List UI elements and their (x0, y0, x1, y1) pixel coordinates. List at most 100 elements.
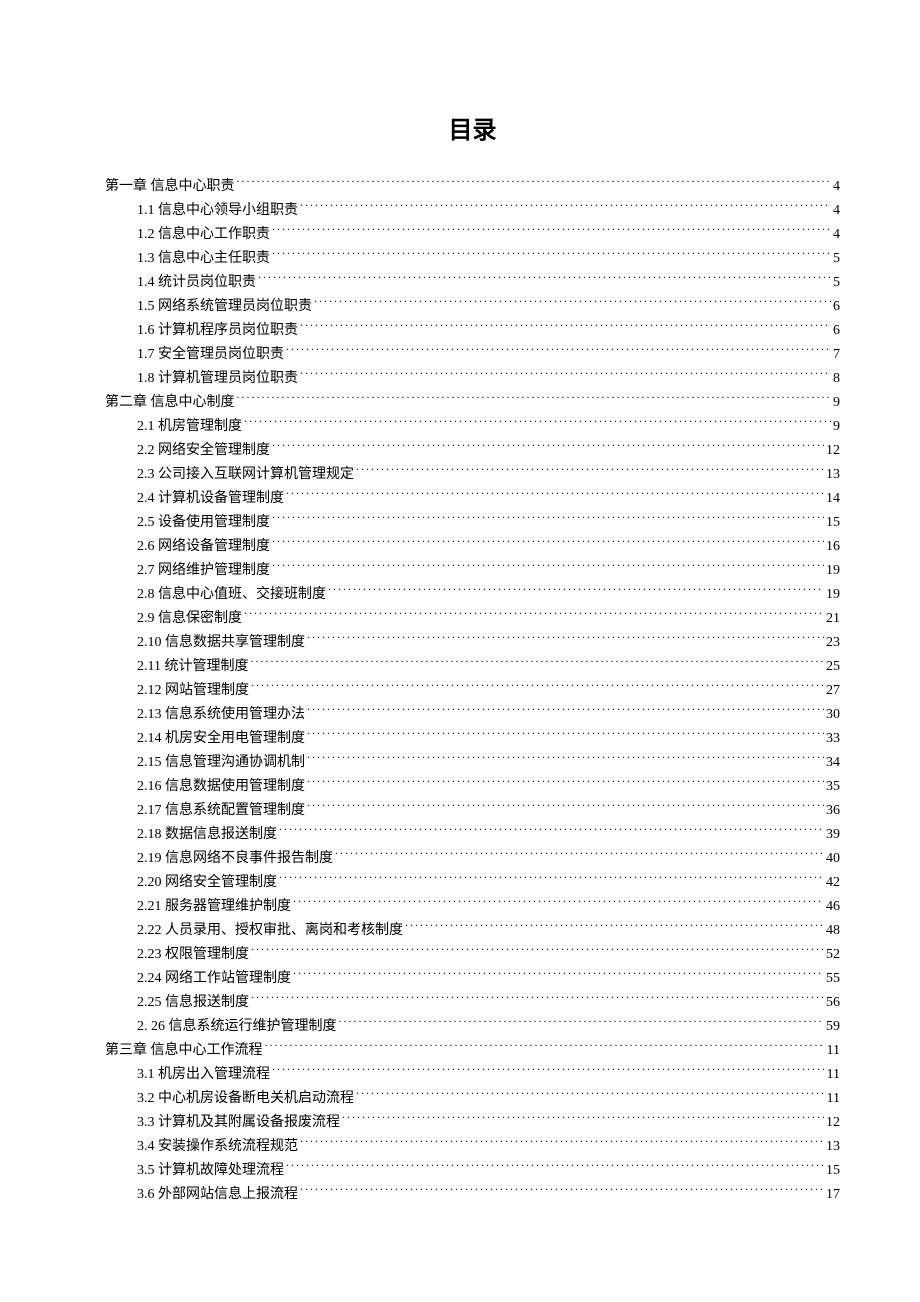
toc-entry-text: 第一章 信息中心职责 (105, 175, 235, 199)
toc-entry[interactable]: 3.3 计算机及其附属设备报废流程 12 (105, 1111, 840, 1135)
toc-entry[interactable]: 2.9 信息保密制度21 (105, 607, 840, 631)
toc-entry-page: 56 (826, 991, 840, 1015)
toc-entry[interactable]: 3.2 中心机房设备断电关机启动流程11 (105, 1087, 840, 1111)
toc-entry[interactable]: 3.1 机房出入管理流程11 (105, 1063, 840, 1087)
toc-entry[interactable]: 2.20 网络安全管理制度 42 (105, 871, 840, 895)
toc-entry[interactable]: 3.4 安装操作系统流程规范13 (105, 1135, 840, 1159)
toc-entry[interactable]: 2.1 机房管理制度9 (105, 415, 840, 439)
toc-leader-dots (405, 920, 824, 934)
toc-entry[interactable]: 2.23 权限管理制度52 (105, 943, 840, 967)
toc-leader-dots (286, 488, 824, 502)
toc-entry-page: 12 (826, 1111, 840, 1135)
toc-entry[interactable]: 1.8 计算机管理员岗位职责8 (105, 367, 840, 391)
toc-entry-page: 5 (833, 271, 840, 295)
toc-entry-text: 2.3 公司接入互联网计算机管理规定 (137, 463, 354, 487)
toc-entry-text: 1.7 安全管理员岗位职责 (137, 343, 284, 367)
toc-entry[interactable]: 2.19 信息网络不良事件报告制度40 (105, 847, 840, 871)
toc-entry[interactable]: 2.4 计算机设备管理制度14 (105, 487, 840, 511)
toc-entry[interactable]: 2.11 统计管理制度25 (105, 655, 840, 679)
toc-entry-page: 39 (826, 823, 840, 847)
toc-entry[interactable]: 2.22 人员录用、授权审批、离岗和考核制度48 (105, 919, 840, 943)
toc-entry-text: 2.15 信息管理沟通协调机制 (137, 751, 305, 775)
toc-entry[interactable]: 2.12 网站管理制度27 (105, 679, 840, 703)
toc-entry[interactable]: 1.6 计算机程序员岗位职责6 (105, 319, 840, 343)
toc-entry-text: 1.4 统计员岗位职责 (137, 271, 256, 295)
toc-entry-page: 8 (833, 367, 840, 391)
toc-entry[interactable]: 2.17 信息系统配置管理制度36 (105, 799, 840, 823)
toc-entry-text: 1.5 网络系统管理员岗位职责 (137, 295, 312, 319)
toc-leader-dots (237, 176, 832, 190)
toc-entry[interactable]: 2.14 机房安全用电管理制度33 (105, 727, 840, 751)
toc-entry[interactable]: 1.5 网络系统管理员岗位职责 6 (105, 295, 840, 319)
toc-entry-page: 19 (826, 559, 840, 583)
toc-entry[interactable]: 1.4 统计员岗位职责 5 (105, 271, 840, 295)
toc-entry-text: 2. 26 信息系统运行维护管理制度 (137, 1015, 337, 1039)
toc-entry-text: 2.5 设备使用管理制度 (137, 511, 270, 535)
toc-entry[interactable]: 2.5 设备使用管理制度15 (105, 511, 840, 535)
toc-entry[interactable]: 2.15 信息管理沟通协调机制 34 (105, 751, 840, 775)
toc-entry-page: 36 (826, 799, 840, 823)
toc-entry-text: 2.2 网络安全管理制度 (137, 439, 270, 463)
toc-leader-dots (307, 752, 824, 766)
toc-leader-dots (250, 656, 824, 670)
toc-entry-text: 3.3 计算机及其附属设备报废流程 (137, 1111, 340, 1135)
toc-entry[interactable]: 2.8 信息中心值班、交接班制度 19 (105, 583, 840, 607)
toc-entry-text: 2.8 信息中心值班、交接班制度 (137, 583, 326, 607)
toc-entry-text: 2.9 信息保密制度 (137, 607, 242, 631)
toc-entry-page: 34 (826, 751, 840, 775)
toc-entry[interactable]: 2.10 信息数据共享管理制度23 (105, 631, 840, 655)
toc-entry[interactable]: 2. 26 信息系统运行维护管理制度 59 (105, 1015, 840, 1039)
toc-leader-dots (307, 728, 824, 742)
toc-entry-page: 46 (826, 895, 840, 919)
toc-entry-text: 3.5 计算机故障处理流程 (137, 1159, 284, 1183)
toc-entry-text: 2.13 信息系统使用管理办法 (137, 703, 305, 727)
toc-entry-page: 11 (827, 1039, 840, 1063)
toc-entry[interactable]: 1.7 安全管理员岗位职责 7 (105, 343, 840, 367)
toc-entry-page: 42 (826, 871, 840, 895)
toc-leader-dots (307, 776, 824, 790)
toc-entry[interactable]: 2.25 信息报送制度56 (105, 991, 840, 1015)
toc-entry-text: 2.21 服务器管理维护制度 (137, 895, 291, 919)
toc-entry[interactable]: 1.3 信息中心主任职责5 (105, 247, 840, 271)
toc-leader-dots (356, 464, 824, 478)
toc-entry-page: 6 (833, 319, 840, 343)
toc-entry[interactable]: 2.13 信息系统使用管理办法30 (105, 703, 840, 727)
toc-leader-dots (279, 824, 824, 838)
toc-entry-page: 59 (826, 1015, 840, 1039)
toc-entry[interactable]: 1.1 信息中心领导小组职责4 (105, 199, 840, 223)
toc-leader-dots (300, 1136, 824, 1150)
toc-entry-text: 2.20 网络安全管理制度 (137, 871, 277, 895)
toc-leader-dots (300, 1184, 824, 1198)
toc-entry[interactable]: 第二章 信息中心制度 9 (105, 391, 840, 415)
toc-leader-dots (279, 872, 824, 886)
toc-entry[interactable]: 1.2 信息中心工作职责4 (105, 223, 840, 247)
toc-entry[interactable]: 2.3 公司接入互联网计算机管理规定13 (105, 463, 840, 487)
toc-entry-page: 13 (826, 1135, 840, 1159)
toc-entry-page: 11 (827, 1063, 840, 1087)
toc-entry-page: 9 (833, 391, 840, 415)
toc-entry[interactable]: 第三章 信息中心工作流程11 (105, 1039, 840, 1063)
toc-entry[interactable]: 2.21 服务器管理维护制度 46 (105, 895, 840, 919)
toc-entry[interactable]: 3.5 计算机故障处理流程15 (105, 1159, 840, 1183)
toc-entry-page: 19 (826, 583, 840, 607)
toc-entry-page: 6 (833, 295, 840, 319)
toc-entry[interactable]: 2.6 网络设备管理制度16 (105, 535, 840, 559)
toc-entry-page: 7 (833, 343, 840, 367)
toc-entry[interactable]: 2.18 数据信息报送制度39 (105, 823, 840, 847)
toc-entry-page: 40 (826, 847, 840, 871)
toc-entry-text: 2.16 信息数据使用管理制度 (137, 775, 305, 799)
toc-leader-dots (251, 944, 824, 958)
toc-entry[interactable]: 2.2 网络安全管理制度12 (105, 439, 840, 463)
toc-entry[interactable]: 2.7 网络维护管理制度19 (105, 559, 840, 583)
toc-entry[interactable]: 第一章 信息中心职责4 (105, 175, 840, 199)
toc-entry[interactable]: 3.6 外部网站信息上报流程17 (105, 1183, 840, 1207)
toc-leader-dots (300, 320, 831, 334)
toc-entry[interactable]: 2.24 网络工作站管理制度55 (105, 967, 840, 991)
toc-entry-text: 第二章 信息中心制度 (105, 391, 235, 415)
toc-entry-text: 2.23 权限管理制度 (137, 943, 249, 967)
toc-leader-dots (272, 560, 824, 574)
toc-leader-dots (272, 536, 824, 550)
toc-entry-page: 11 (827, 1087, 840, 1111)
toc-leader-dots (339, 1016, 825, 1030)
toc-entry[interactable]: 2.16 信息数据使用管理制度35 (105, 775, 840, 799)
